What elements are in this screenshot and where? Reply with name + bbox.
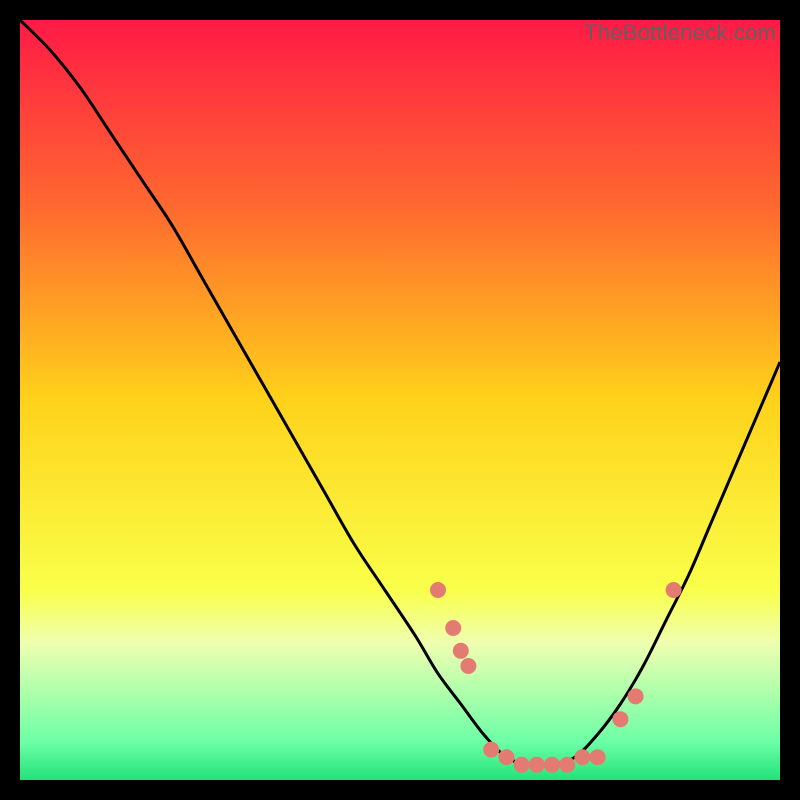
highlight-dot bbox=[612, 711, 628, 727]
highlight-dot bbox=[430, 582, 446, 598]
highlight-dot bbox=[529, 757, 545, 773]
highlight-dot bbox=[445, 620, 461, 636]
highlight-dot bbox=[514, 757, 530, 773]
watermark-label: TheBottleneck.com bbox=[584, 20, 776, 46]
highlight-dot bbox=[628, 688, 644, 704]
gradient-background bbox=[20, 20, 780, 780]
chart-frame: TheBottleneck.com bbox=[20, 20, 780, 780]
highlight-dot bbox=[574, 749, 590, 765]
highlight-dot bbox=[544, 757, 560, 773]
highlight-dot bbox=[483, 742, 499, 758]
highlight-dot bbox=[559, 757, 575, 773]
highlight-dot bbox=[666, 582, 682, 598]
highlight-dot bbox=[590, 749, 606, 765]
highlight-dot bbox=[453, 643, 469, 659]
bottleneck-chart bbox=[20, 20, 780, 780]
highlight-dot bbox=[460, 658, 476, 674]
highlight-dot bbox=[498, 749, 514, 765]
